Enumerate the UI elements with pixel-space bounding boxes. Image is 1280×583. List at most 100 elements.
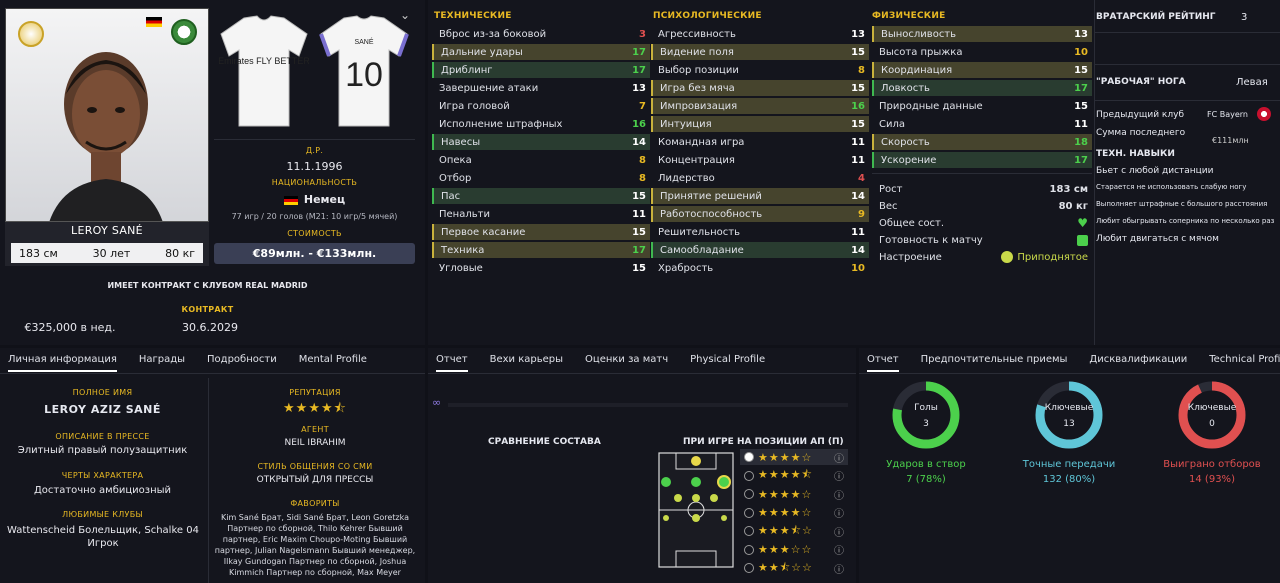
attribute-value: 15 bbox=[632, 262, 646, 274]
ring-stat: 14 (93%) bbox=[1189, 474, 1235, 485]
info-icon[interactable]: ⓘ bbox=[834, 524, 844, 539]
value-pill[interactable]: €89млн. - €133млн. bbox=[214, 243, 415, 264]
foot-value: Левая bbox=[1236, 77, 1268, 88]
radio-icon[interactable] bbox=[744, 563, 754, 573]
tab-info-3[interactable]: Mental Profile bbox=[299, 348, 367, 372]
attribute-value: 15 bbox=[851, 46, 865, 58]
trait-item: Любит двигаться с мячом bbox=[1096, 234, 1219, 244]
caps-text: 77 игр / 20 голов (М21: 10 игр/5 мячей) bbox=[231, 212, 398, 221]
attribute-label: Самообладание bbox=[660, 244, 744, 256]
position-star-row[interactable]: ★★★★☆ ⓘ bbox=[740, 486, 848, 502]
attribute-value: 11 bbox=[851, 154, 865, 166]
position-star-row[interactable]: ★★★☆☆ ⓘ bbox=[740, 542, 848, 558]
contract-end-value: 30.6.2029 bbox=[182, 321, 238, 334]
attribute-row: Выносливость 13 bbox=[872, 26, 1092, 42]
rating-stars: ★★⯪☆☆ bbox=[758, 560, 813, 574]
height-label: Рост bbox=[879, 183, 903, 195]
trait-item: Выполняет штрафные с большого расстояния bbox=[1096, 200, 1268, 208]
attribute-row: Командная игра 11 bbox=[651, 134, 869, 150]
attribute-row: Интуиция 15 bbox=[651, 116, 869, 132]
trait-item: Любит обыгрывать соперника по несколько … bbox=[1096, 217, 1275, 225]
ring-value: 3 bbox=[923, 419, 929, 429]
attribute-label: Завершение атаки bbox=[439, 82, 539, 94]
position-star-row[interactable]: ★★★★☆ ⓘ bbox=[740, 449, 848, 465]
ring-caption: Выиграно отборов bbox=[1163, 459, 1261, 470]
report-tabs: Отчет Предпочтительные приемы Дисквалифика… bbox=[859, 348, 1280, 372]
height-value: 183 см bbox=[1049, 183, 1088, 195]
tab-compare-3[interactable]: Physical Profile bbox=[690, 348, 765, 372]
morale-icon bbox=[1001, 251, 1014, 263]
stat-ring bbox=[1035, 381, 1103, 449]
tab-info-1[interactable]: Награды bbox=[139, 348, 185, 372]
attributes-panel: ТЕХНИЧЕСКИЕ ПСИХОЛОГИЧЕСКИЕ ФИЗИЧЕСКИЕ В… bbox=[428, 0, 1280, 345]
divider bbox=[214, 139, 415, 140]
info-icon[interactable]: ⓘ bbox=[834, 561, 844, 576]
attribute-row: Храбрость 10 bbox=[651, 260, 869, 276]
kit-back-name: SANÉ bbox=[354, 37, 373, 46]
attribute-value: 17 bbox=[632, 64, 646, 76]
position-star-row[interactable]: ★★★★⯪ ⓘ bbox=[740, 468, 848, 484]
tab-compare-1[interactable]: Вехи карьеры bbox=[490, 348, 563, 372]
contract-label: КОНТРАКТ bbox=[181, 305, 234, 314]
morale-label: Настроение bbox=[879, 251, 942, 263]
attribute-value: 15 bbox=[632, 226, 646, 238]
attribute-label: Концентрация bbox=[658, 154, 735, 166]
agent-value: NEIL IBRAHIM bbox=[284, 438, 346, 448]
attribute-value: 15 bbox=[632, 190, 646, 202]
attribute-label: Техника bbox=[441, 244, 485, 256]
attribute-value: 11 bbox=[632, 208, 646, 220]
radio-icon[interactable] bbox=[744, 489, 754, 499]
tab-compare-0[interactable]: Отчет bbox=[436, 348, 468, 372]
ring-stat: 7 (78%) bbox=[906, 474, 946, 485]
attribute-value: 10 bbox=[1074, 46, 1088, 58]
technical-title: ТЕХНИЧЕСКИЕ bbox=[434, 11, 512, 21]
attribute-row: Дальние удары 17 bbox=[432, 44, 650, 60]
tab-report-1[interactable]: Предпочтительные приемы bbox=[921, 348, 1068, 372]
chain-icon: ∞ bbox=[432, 396, 442, 409]
tab-report-2[interactable]: Дисквалификации bbox=[1089, 348, 1187, 372]
divider bbox=[872, 173, 1092, 174]
radio-icon[interactable] bbox=[744, 507, 754, 518]
info-icon[interactable]: ⓘ bbox=[834, 468, 844, 483]
position-star-row[interactable]: ★★⯪☆☆ ⓘ bbox=[740, 560, 848, 576]
tab-report-3[interactable]: Technical Profile bbox=[1209, 348, 1280, 372]
attribute-row: Координация 15 bbox=[872, 62, 1092, 78]
stat-ring bbox=[892, 381, 960, 449]
attribute-label: Опека bbox=[439, 154, 472, 166]
position-star-row[interactable]: ★★★★☆ ⓘ bbox=[740, 505, 848, 521]
attribute-label: Координация bbox=[881, 64, 953, 76]
divider bbox=[1094, 100, 1280, 101]
tab-info-2[interactable]: Подробности bbox=[207, 348, 277, 372]
tab-compare-2[interactable]: Оценки за матч bbox=[585, 348, 668, 372]
favourites-label: ФАВОРИТЫ bbox=[290, 499, 340, 508]
radio-icon[interactable] bbox=[744, 470, 754, 481]
tab-info-0[interactable]: Личная информация bbox=[8, 348, 117, 372]
attribute-label: Командная игра bbox=[658, 136, 745, 148]
position-star-row[interactable]: ★★★⯪☆ ⓘ bbox=[740, 523, 848, 539]
ring-stat: 132 (80%) bbox=[1042, 474, 1096, 485]
info-icon[interactable]: ⓘ bbox=[834, 450, 844, 465]
info-icon[interactable]: ⓘ bbox=[834, 487, 844, 502]
home-kit-front-image: Emirates FLY BETTER bbox=[219, 15, 309, 127]
info-icon[interactable]: ⓘ bbox=[834, 505, 844, 520]
attribute-row: Опека 8 bbox=[432, 152, 650, 168]
divider bbox=[1094, 32, 1280, 33]
height-value: 183 см bbox=[19, 246, 58, 260]
radio-icon[interactable] bbox=[744, 526, 754, 536]
attribute-row: Агрессивность 13 bbox=[651, 26, 869, 42]
info-icon[interactable]: ⓘ bbox=[834, 542, 844, 557]
attribute-value: 14 bbox=[632, 136, 646, 148]
radio-icon[interactable] bbox=[744, 452, 754, 462]
attribute-label: Интуиция bbox=[660, 118, 712, 130]
chevron-down-icon[interactable]: ⌄ bbox=[400, 8, 410, 22]
radio-icon[interactable] bbox=[744, 544, 754, 555]
attribute-label: Ловкость bbox=[881, 82, 930, 94]
agent-label: АГЕНТ bbox=[301, 425, 329, 434]
tab-report-0[interactable]: Отчет bbox=[867, 348, 899, 372]
attribute-value: 15 bbox=[851, 82, 865, 94]
attribute-value: 13 bbox=[851, 28, 865, 40]
progress-track bbox=[448, 403, 848, 407]
attribute-label: Храбрость bbox=[658, 262, 714, 274]
attribute-row: Исполнение штрафных 16 bbox=[432, 116, 650, 132]
attribute-label: Дальние удары bbox=[441, 46, 523, 58]
